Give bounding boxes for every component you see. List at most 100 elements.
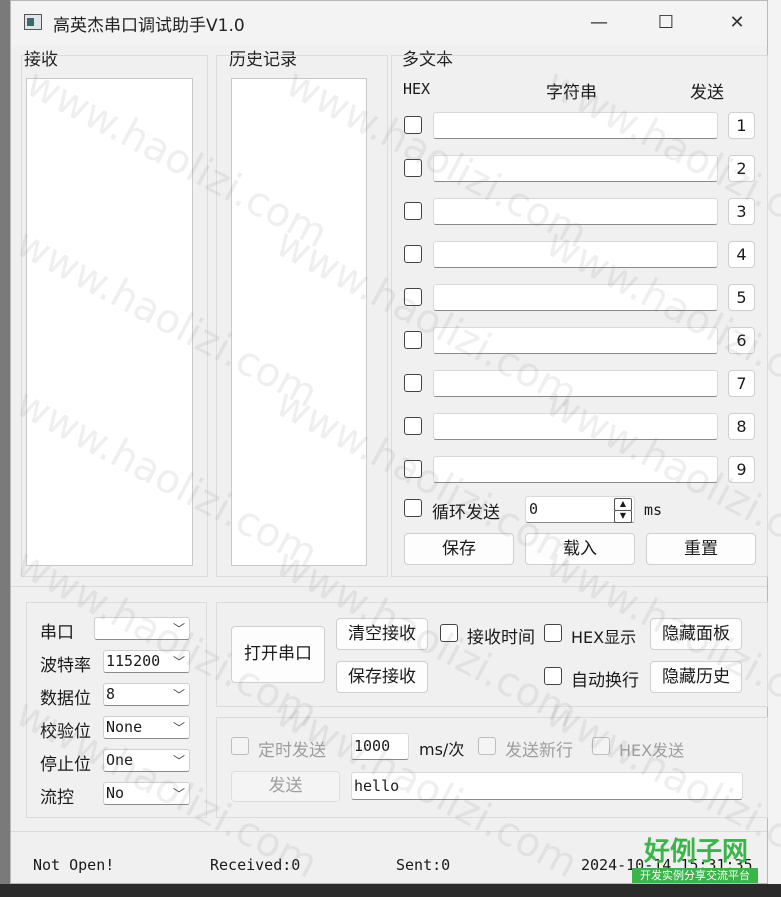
hide-history-button[interactable]: 隐藏历史 (650, 661, 742, 693)
separator-line (11, 586, 767, 587)
parity-label: 校验位 (40, 722, 91, 742)
row-hex-checkbox[interactable] (404, 202, 422, 220)
row-hex-checkbox[interactable] (404, 331, 422, 349)
parity-select-value: None (106, 718, 143, 736)
send-text-value: hello (354, 777, 400, 795)
maximize-button[interactable]: ☐ (643, 7, 689, 39)
timed-send-checkbox[interactable] (231, 737, 249, 755)
row-string-input[interactable] (433, 370, 718, 397)
minimize-button[interactable]: — (576, 7, 622, 39)
row-send-button[interactable]: 6 (728, 327, 755, 354)
clear-receive-button[interactable]: 清空接收 (336, 618, 428, 650)
row-string-input[interactable] (433, 327, 718, 354)
reset-multitext-button[interactable]: 重置 (646, 533, 756, 565)
timed-send-label: 定时发送 (258, 741, 326, 761)
row-send-button[interactable]: 2 (728, 155, 755, 182)
port-label: 串口 (40, 623, 74, 643)
row-send-button[interactable]: 8 (728, 413, 755, 440)
send-text-input[interactable]: hello (351, 772, 743, 800)
title-bar[interactable]: 高英杰串口调试助手V1.0 — ☐ ✕ (11, 1, 767, 45)
databits-label: 数据位 (40, 689, 91, 709)
app-icon (24, 14, 42, 30)
receive-textarea[interactable] (26, 78, 193, 566)
row-hex-checkbox[interactable] (404, 245, 422, 263)
row-send-button[interactable]: 1 (728, 112, 755, 139)
baud-label: 波特率 (40, 656, 91, 676)
save-multitext-button[interactable]: 保存 (404, 533, 514, 565)
row-string-input[interactable] (433, 284, 718, 311)
flow-select-value: No (106, 784, 125, 802)
row-hex-checkbox[interactable] (404, 460, 422, 478)
recv-time-label: 接收时间 (467, 628, 535, 648)
chevron-down-icon: ﹀ (172, 655, 185, 669)
load-multitext-button[interactable]: 载入 (525, 533, 635, 565)
loop-send-checkbox[interactable] (404, 499, 422, 517)
row-send-button[interactable]: 5 (728, 284, 755, 311)
app-window: 高英杰串口调试助手V1.0 — ☐ ✕ 接收 历史记录 多文本 HEX 字符串 … (10, 0, 768, 884)
send-newline-label: 发送新行 (505, 741, 573, 761)
loop-interval-spinbox[interactable]: 0 ▲ ▼ (525, 496, 635, 523)
row-hex-checkbox[interactable] (404, 159, 422, 177)
taskbar-strip (0, 884, 781, 897)
send-button[interactable]: 发送 (231, 771, 340, 802)
send-newline-checkbox[interactable] (478, 737, 496, 755)
row-send-button[interactable]: 4 (728, 241, 755, 268)
chevron-down-icon: ﹀ (172, 688, 185, 702)
baud-select-value: 115200 (106, 652, 161, 670)
row-hex-checkbox[interactable] (404, 417, 422, 435)
row-send-button[interactable]: 9 (728, 456, 755, 483)
history-list[interactable] (231, 78, 367, 566)
row-hex-checkbox[interactable] (404, 374, 422, 392)
row-send-button[interactable]: 3 (728, 198, 755, 225)
port-select[interactable]: ﹀ (94, 617, 190, 640)
row-send-button[interactable]: 7 (728, 370, 755, 397)
received-count: Received:0 (210, 856, 301, 874)
row-hex-checkbox[interactable] (404, 116, 422, 134)
chevron-down-icon: ﹀ (172, 622, 185, 636)
row-string-input[interactable] (433, 413, 718, 440)
statusbar-separator (11, 831, 767, 832)
connection-status: Not Open! (33, 856, 115, 874)
chevron-down-icon: ﹀ (172, 721, 185, 735)
open-port-button[interactable]: 打开串口 (231, 626, 325, 683)
row-hex-checkbox[interactable] (404, 288, 422, 306)
databits-select[interactable]: 8 ﹀ (103, 683, 190, 706)
row-string-input[interactable] (433, 112, 718, 139)
save-receive-button[interactable]: 保存接收 (336, 661, 428, 693)
send-group (216, 717, 768, 818)
window-title: 高英杰串口调试助手V1.0 (53, 16, 245, 36)
close-button[interactable]: ✕ (714, 7, 760, 39)
row-string-input[interactable] (433, 198, 718, 225)
baud-select[interactable]: 115200 ﹀ (103, 650, 190, 673)
flow-select[interactable]: No ﹀ (103, 782, 190, 805)
hex-display-checkbox[interactable] (544, 624, 562, 642)
interval-value: 1000 (354, 737, 391, 755)
logo-sub-text: 开发实例分享交流平台 (632, 868, 758, 883)
string-column-header: 字符串 (546, 83, 597, 103)
sent-count: Sent:0 (396, 856, 451, 874)
auto-wrap-label: 自动换行 (571, 671, 639, 691)
row-string-input[interactable] (433, 241, 718, 268)
interval-input[interactable]: 1000 (351, 733, 409, 760)
hide-panel-button[interactable]: 隐藏面板 (650, 618, 742, 650)
chevron-down-icon: ﹀ (172, 754, 185, 768)
hex-column-header: HEX (403, 80, 431, 98)
stopbits-label: 停止位 (40, 755, 91, 775)
interval-unit-label: ms/次 (419, 740, 465, 759)
row-string-input[interactable] (433, 155, 718, 182)
parity-select[interactable]: None ﹀ (103, 716, 190, 739)
auto-wrap-checkbox[interactable] (544, 667, 562, 685)
spin-down-icon[interactable]: ▼ (614, 510, 632, 523)
databits-select-value: 8 (106, 685, 116, 703)
row-string-input[interactable] (433, 456, 718, 483)
watermark-logo: 好例子网 开发实例分享交流平台 (631, 837, 761, 885)
hex-display-label: HEX显示 (571, 628, 637, 647)
loop-unit-label: ms (644, 501, 663, 519)
chevron-down-icon: ﹀ (172, 787, 185, 801)
hex-send-checkbox[interactable] (592, 737, 610, 755)
recv-time-checkbox[interactable] (440, 624, 458, 642)
send-column-header: 发送 (690, 83, 724, 103)
logo-main-text: 好例子网 (643, 837, 748, 867)
stopbits-select-value: One (106, 751, 134, 769)
stopbits-select[interactable]: One ﹀ (103, 749, 190, 772)
